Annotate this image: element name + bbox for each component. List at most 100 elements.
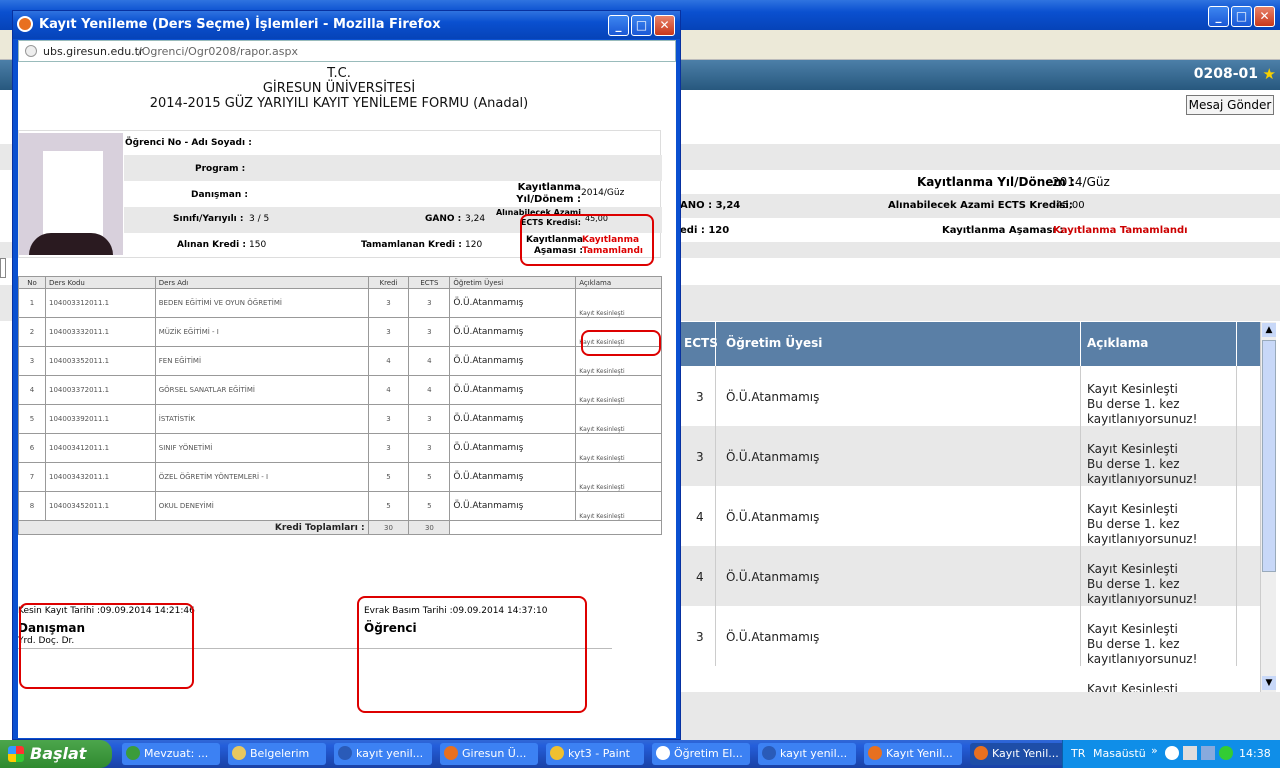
table-cell: Kayıt Kesinleşti — [575, 462, 662, 492]
bg-aciklama: Kayıt Kesinleşti Bu derse 1. kez kayıtlanı… — [1087, 442, 1198, 486]
table-row: 6 104003412011.1 SINIF YÖNETİMİ 3 3 Ö.Ü.Atanm… — [18, 433, 662, 463]
bg-aciklama: Kayıt Kesinleşti Bu derse 1. kez kayıtlanı… — [1087, 622, 1198, 666]
start-button[interactable]: Başlat — [0, 740, 112, 768]
scroll-thumb[interactable] — [1262, 340, 1276, 572]
table-cell: Ö.Ü.Atanmamış — [449, 491, 577, 521]
table-cell: GÖRSEL SANATLAR EĞİTİMİ — [154, 375, 369, 405]
scroll-up-icon[interactable]: ▲ — [1262, 323, 1276, 337]
clock[interactable]: 14:38 — [1239, 747, 1271, 760]
table-cell: Ö.Ü.Atanmamış — [449, 346, 577, 376]
bg-table-header: ECTS Öğretim Üyesi Açıklama — [680, 322, 1260, 366]
table-cell: Ö.Ü.Atanmamış — [449, 317, 577, 347]
bg-table-row-partial: Kayıt Kesinleşti — [1087, 682, 1178, 692]
system-tray: TR Masaüstü » 14:38 — [1062, 740, 1280, 768]
table-cell: 3 — [367, 288, 410, 318]
table-cell: 1 — [18, 288, 47, 318]
tray-back-icon[interactable] — [1165, 746, 1179, 760]
app-icon — [126, 746, 140, 760]
taskbar-item[interactable]: Kayıt Yenil... — [864, 743, 962, 765]
taskbar-item[interactable]: kayıt yenil... — [334, 743, 432, 765]
taskbar-item[interactable]: Belgelerim — [228, 743, 326, 765]
table-cell: Kayıt Kesinleşti — [575, 375, 662, 405]
popup-maximize-button[interactable]: □ — [631, 15, 652, 36]
bg-info-row-3: edi : 120 Kayıtlanma Aşaması : Kayıtlanm… — [680, 225, 1188, 236]
column-header: Ders Kodu — [45, 276, 156, 289]
table-cell: 7 — [18, 462, 47, 492]
bg-scrollbar[interactable]: ▲ ▼ — [1260, 322, 1276, 692]
app-icon — [762, 746, 776, 760]
table-row: 1 104003312011.1 BEDEN EĞİTİMİ VE OYUN ÖĞR… — [18, 288, 662, 318]
taskbar: Başlat Mevzuat: ... Belgelerim kayıt yenil… — [0, 740, 1280, 768]
total-row: Kredi Toplamları : 30 30 — [18, 520, 662, 535]
report-header: T.C. GİRESUN ÜNİVERSİTESİ 2014-2015 GÜZ … — [149, 66, 529, 111]
table-cell: 5 — [18, 404, 47, 434]
bg-maximize-button[interactable]: □ — [1231, 6, 1252, 27]
column-header: ECTS — [408, 276, 451, 289]
table-cell: 3 — [367, 404, 410, 434]
app-icon — [550, 746, 564, 760]
scroll-down-icon[interactable]: ▼ — [1262, 676, 1276, 690]
table-cell: Ö.Ü.Atanmamış — [449, 288, 577, 318]
bg-aciklama: Kayıt Kesinleşti Bu derse 1. kez kayıtlanı… — [1087, 502, 1198, 546]
table-cell: 4 — [367, 375, 410, 405]
bg-info-row-2: ANO : 3,24 Alınabilecek Azami ECTS Kredi… — [680, 194, 1280, 218]
taskbar-item[interactable]: Öğretim El... — [652, 743, 750, 765]
table-cell: 104003332011.1 — [45, 317, 156, 347]
table-cell: 104003412011.1 — [45, 433, 156, 463]
table-cell: 104003452011.1 — [45, 491, 156, 521]
table-cell: Kayıt Kesinleşti — [575, 433, 662, 463]
table-cell: SINIF YÖNETİMİ — [154, 433, 369, 463]
tray-usb-icon[interactable] — [1183, 746, 1197, 760]
bg-close-button[interactable]: ✕ — [1254, 6, 1275, 27]
table-row: 3 104003352011.1 FEN EĞİTİMİ 4 4 Ö.Ü.Atanmamı… — [18, 346, 662, 376]
mesaj-gonder-button[interactable]: Mesaj Gönder — [1186, 95, 1274, 115]
bg-ogretim: Ö.Ü.Atanmamış — [726, 510, 820, 524]
app-icon — [868, 746, 882, 760]
tray-status-icon[interactable] — [1219, 746, 1233, 760]
table-cell: 3 — [408, 317, 451, 347]
bg-table-row: 3 Ö.Ü.Atanmamış Kayıt Kesinleşti Bu derse 1… — [680, 606, 1260, 666]
bg-table-row: 4 Ö.Ü.Atanmamış Kayıt Kesinleşti Bu derse 1… — [680, 546, 1260, 606]
report-page: T.C. GİRESUN ÜNİVERSİTESİ 2014-2015 GÜZ … — [18, 62, 676, 738]
table-cell: 104003352011.1 — [45, 346, 156, 376]
table-cell: 4 — [367, 346, 410, 376]
table-cell: 5 — [367, 462, 410, 492]
bg-ects: 4 — [696, 510, 704, 524]
table-cell: 4 — [408, 346, 451, 376]
tray-network-icon[interactable] — [1201, 746, 1215, 760]
bg-ogretim: Ö.Ü.Atanmamış — [726, 630, 820, 644]
popup-minimize-button[interactable]: _ — [608, 15, 629, 36]
table-row: 2 104003332011.1 MÜZİK EĞİTİMİ - I 3 3 Ö.Ü.At… — [18, 317, 662, 347]
bg-aciklama: Kayıt Kesinleşti Bu derse 1. kez kayıtlanı… — [1087, 562, 1198, 606]
table-cell: İSTATİSTİK — [154, 404, 369, 434]
popup-close-button[interactable]: ✕ — [654, 15, 675, 36]
taskbar-item[interactable]: kyt3 - Paint — [546, 743, 644, 765]
table-cell: 3 — [408, 404, 451, 434]
table-row: 8 104003452011.1 OKUL DENEYİMİ 5 5 Ö.Ü.Atanma… — [18, 491, 662, 521]
column-header: Öğretim Üyesi — [449, 276, 577, 289]
table-cell: 5 — [408, 462, 451, 492]
bg-page-code: 0208-01 — [1193, 66, 1258, 82]
table-cell: 104003432011.1 — [45, 462, 156, 492]
table-cell: 2 — [18, 317, 47, 347]
highlight-kesinlesti — [581, 330, 661, 356]
bg-ogretim: Ö.Ü.Atanmamış — [726, 390, 820, 404]
taskbar-item[interactable]: Giresun Ü... — [440, 743, 538, 765]
bg-minimize-button[interactable]: _ — [1208, 6, 1229, 27]
table-cell: FEN EĞİTİMİ — [154, 346, 369, 376]
table-cell: MÜZİK EĞİTİMİ - I — [154, 317, 369, 347]
bg-ogretim: Ö.Ü.Atanmamış — [726, 570, 820, 584]
url-bar[interactable]: ubs.giresun.edu.tr/Ogrenci/Ogr0208/rapor… — [18, 40, 676, 62]
table-cell: Kayıt Kesinleşti — [575, 404, 662, 434]
taskbar-item[interactable]: Kayıt Yenil... — [970, 743, 1070, 765]
tray-expand-icon[interactable]: » — [1151, 744, 1158, 757]
highlight-danisman — [19, 603, 194, 689]
star-icon[interactable]: ★ — [1263, 65, 1276, 83]
bg-table-row: 3 Ö.Ü.Atanmamış Kayıt Kesinleşti Bu derse 1… — [680, 426, 1260, 486]
bg-ogretim: Ö.Ü.Atanmamış — [726, 450, 820, 464]
table-cell: Kayıt Kesinleşti — [575, 288, 662, 318]
taskbar-item[interactable]: Mevzuat: ... — [122, 743, 220, 765]
windows-logo-icon — [8, 746, 24, 762]
table-cell: 104003392011.1 — [45, 404, 156, 434]
taskbar-item[interactable]: kayıt yenil... — [758, 743, 856, 765]
